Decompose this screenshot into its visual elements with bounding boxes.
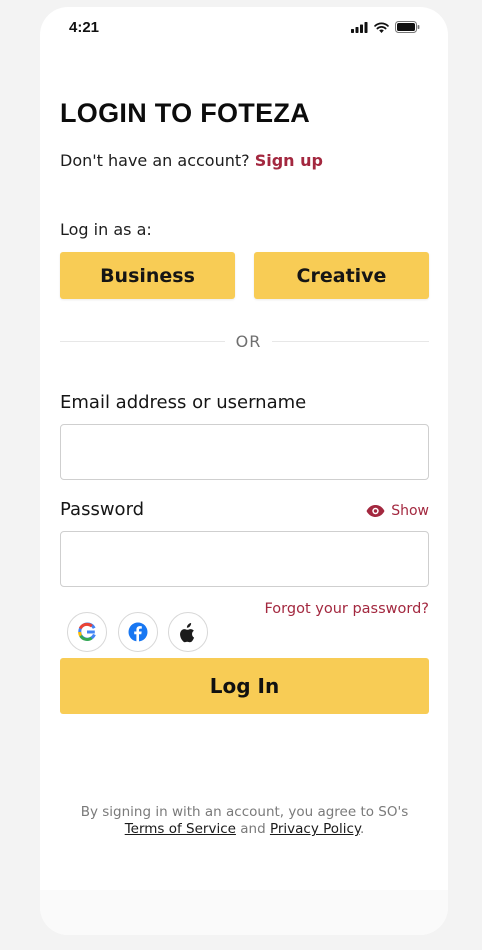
apple-icon xyxy=(180,622,195,642)
facebook-signin-button[interactable] xyxy=(118,612,158,652)
page-title: LOGIN TO FOTEZA xyxy=(60,98,310,128)
password-input[interactable] xyxy=(60,531,429,587)
screen-footer xyxy=(40,890,448,935)
privacy-policy-link[interactable]: Privacy Policy xyxy=(270,821,360,837)
eye-icon xyxy=(366,505,385,517)
signup-prompt: Don't have an account? Sign up xyxy=(60,151,323,170)
apple-signin-button[interactable] xyxy=(168,612,208,652)
legal-period: . xyxy=(360,821,365,837)
phone-screen: 4:21 LOGIN TO FOTEZA Don't have an accou… xyxy=(40,7,448,935)
login-button[interactable]: Log In xyxy=(60,658,429,714)
facebook-icon xyxy=(128,622,148,642)
forgot-password-link[interactable]: Forgot your password? xyxy=(264,601,429,617)
creative-role-button[interactable]: Creative xyxy=(254,252,429,299)
cellular-signal-icon xyxy=(351,21,368,33)
divider-right xyxy=(272,341,429,342)
status-icons xyxy=(351,21,420,33)
google-icon xyxy=(78,622,96,641)
legal-notice: By signing in with an account, you agree… xyxy=(60,804,429,838)
status-bar: 4:21 xyxy=(40,7,448,51)
signup-link[interactable]: Sign up xyxy=(255,151,323,170)
google-signin-button[interactable] xyxy=(67,612,107,652)
show-label: Show xyxy=(391,503,429,519)
status-time: 4:21 xyxy=(69,19,100,36)
divider-left xyxy=(60,341,225,342)
email-input[interactable] xyxy=(60,424,429,480)
password-label: Password xyxy=(60,499,145,520)
business-role-button[interactable]: Business xyxy=(60,252,235,299)
legal-and: and xyxy=(240,821,266,837)
login-as-label: Log in as a: xyxy=(60,220,152,239)
or-divider-text: OR xyxy=(235,332,262,351)
wifi-icon xyxy=(374,21,389,33)
battery-icon xyxy=(395,21,420,33)
email-label: Email address or username xyxy=(60,392,307,413)
terms-of-service-link[interactable]: Terms of Service xyxy=(125,821,236,837)
legal-prefix: By signing in with an account, you agree… xyxy=(80,804,409,820)
no-account-text: Don't have an account? xyxy=(60,151,250,170)
show-password-toggle[interactable]: Show xyxy=(366,503,429,519)
